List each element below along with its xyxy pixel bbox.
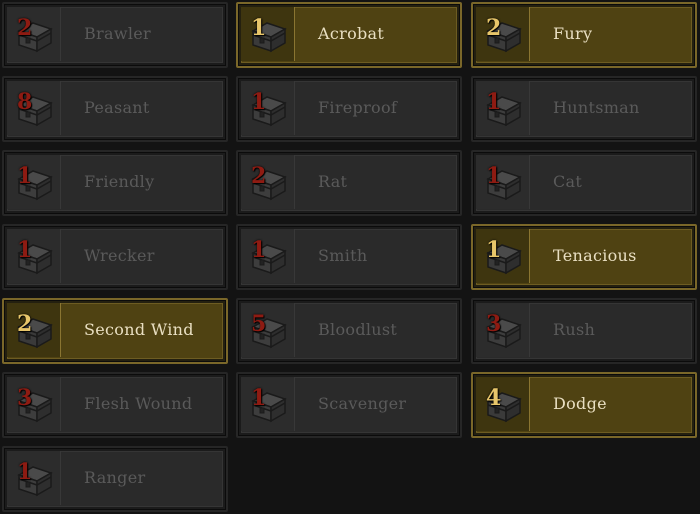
trait-tile-smith[interactable]: 1 Smith (236, 224, 462, 290)
trait-icon-frame: 8 (7, 81, 61, 135)
trait-tile-acrobat[interactable]: 1 Acrobat (236, 2, 462, 68)
trait-tile-dodge[interactable]: 4 Dodge (471, 372, 697, 438)
trait-name: Friendly (84, 172, 155, 191)
trait-tile-rat[interactable]: 2 Rat (236, 150, 462, 216)
trait-icon-frame: 1 (7, 155, 61, 209)
trait-count: 1 (251, 89, 267, 115)
trait-name: Ranger (84, 468, 146, 487)
trait-name: Scavenger (318, 394, 407, 413)
trait-tile-wrecker[interactable]: 1 Wrecker (2, 224, 228, 290)
trait-count: 4 (486, 385, 502, 411)
trait-name: Peasant (84, 98, 150, 117)
trait-name: Tenacious (553, 246, 637, 265)
trait-tile-tenacious[interactable]: 1 Tenacious (471, 224, 697, 290)
trait-count: 8 (17, 89, 33, 115)
trait-count: 1 (251, 385, 267, 411)
trait-count: 5 (251, 311, 267, 337)
trait-count: 1 (251, 237, 267, 263)
trait-name: Fireproof (318, 98, 398, 117)
trait-count: 1 (486, 237, 502, 263)
trait-count: 1 (17, 163, 33, 189)
trait-count: 2 (486, 15, 502, 41)
trait-tile-ranger[interactable]: 1 Ranger (2, 446, 228, 512)
trait-icon-frame: 1 (241, 229, 295, 283)
trait-tile-cat[interactable]: 1 Cat (471, 150, 697, 216)
trait-name: Bloodlust (318, 320, 398, 339)
trait-icon-frame: 1 (476, 155, 530, 209)
trait-count: 1 (17, 459, 33, 485)
trait-count: 3 (486, 311, 502, 337)
trait-tile-flesh-wound[interactable]: 3 Flesh Wound (2, 372, 228, 438)
trait-name: Huntsman (553, 98, 640, 117)
trait-tile-friendly[interactable]: 1 Friendly (2, 150, 228, 216)
trait-tile-peasant[interactable]: 8 Peasant (2, 76, 228, 142)
trait-icon-frame: 5 (241, 303, 295, 357)
trait-count: 1 (17, 237, 33, 263)
trait-icon-frame: 1 (476, 81, 530, 135)
trait-icon-frame: 1 (476, 229, 530, 283)
trait-name: Flesh Wound (84, 394, 193, 413)
trait-count: 1 (251, 15, 267, 41)
trait-count: 3 (17, 385, 33, 411)
trait-icon-frame: 2 (476, 7, 530, 61)
trait-tile-fireproof[interactable]: 1 Fireproof (236, 76, 462, 142)
trait-name: Fury (553, 24, 593, 43)
trait-tile-bloodlust[interactable]: 5 Bloodlust (236, 298, 462, 364)
trait-name: Dodge (553, 394, 607, 413)
trait-name: Rat (318, 172, 348, 191)
trait-tile-rush[interactable]: 3 Rush (471, 298, 697, 364)
trait-count: 2 (17, 15, 33, 41)
trait-icon-frame: 2 (7, 303, 61, 357)
trait-name: Wrecker (84, 246, 155, 265)
trait-icon-frame: 1 (241, 7, 295, 61)
trait-count: 2 (17, 311, 33, 337)
trait-grid: 2 Brawler 1 Acrobat 2 Fury 8 Peasant 1 Fireproof 1… (0, 0, 700, 514)
trait-tile-fury[interactable]: 2 Fury (471, 2, 697, 68)
trait-count: 1 (486, 163, 502, 189)
trait-count: 2 (251, 163, 267, 189)
trait-icon-frame: 1 (7, 229, 61, 283)
trait-icon-frame: 1 (241, 81, 295, 135)
trait-icon-frame: 3 (476, 303, 530, 357)
trait-name: Smith (318, 246, 368, 265)
trait-icon-frame: 1 (7, 451, 61, 505)
trait-tile-second-wind[interactable]: 2 Second Wind (2, 298, 228, 364)
trait-name: Rush (553, 320, 596, 339)
trait-icon-frame: 1 (241, 377, 295, 431)
trait-name: Second Wind (84, 320, 194, 339)
trait-tile-scavenger[interactable]: 1 Scavenger (236, 372, 462, 438)
trait-name: Acrobat (318, 24, 385, 43)
trait-icon-frame: 3 (7, 377, 61, 431)
trait-tile-huntsman[interactable]: 1 Huntsman (471, 76, 697, 142)
trait-name: Brawler (84, 24, 151, 43)
trait-icon-frame: 4 (476, 377, 530, 431)
trait-icon-frame: 2 (241, 155, 295, 209)
trait-tile-brawler[interactable]: 2 Brawler (2, 2, 228, 68)
trait-name: Cat (553, 172, 583, 191)
trait-icon-frame: 2 (7, 7, 61, 61)
trait-count: 1 (486, 89, 502, 115)
